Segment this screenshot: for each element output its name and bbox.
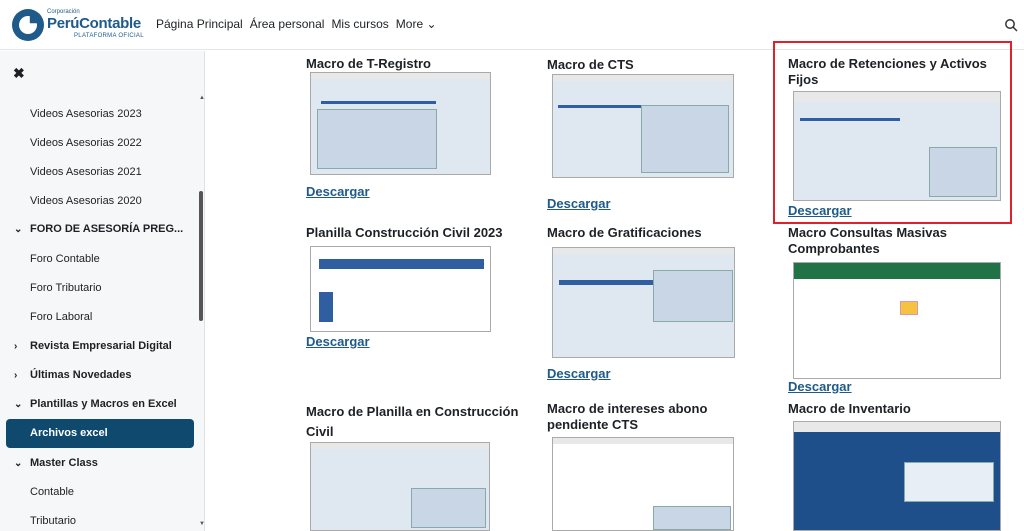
drawer-scrollbar[interactable] [199, 191, 203, 321]
download-link[interactable]: Descargar [788, 379, 852, 394]
drawer-section[interactable]: › Últimas Novedades [14, 369, 131, 381]
scroll-down-arrow-icon[interactable]: ▼ [199, 521, 205, 527]
drawer-section[interactable]: ⌄ Plantillas y Macros en Excel [14, 398, 177, 410]
drawer-item[interactable]: Videos Asesorias 2023 [30, 108, 142, 120]
macro-screenshot [552, 74, 734, 178]
drawer-item[interactable]: Videos Asesorias 2020 [30, 195, 142, 207]
close-drawer-icon[interactable]: ✖ [13, 65, 25, 82]
logo-mark-icon [12, 9, 44, 41]
drawer-item-active[interactable]: Archivos excel [6, 419, 194, 448]
nav-my-courses[interactable]: Mis cursos [331, 17, 388, 31]
drawer-item[interactable]: Foro Tributario [30, 282, 102, 294]
card-gratificaciones: Macro de Gratificaciones [547, 225, 747, 241]
drawer-item[interactable]: Foro Laboral [30, 311, 92, 323]
chevron-right-icon: › [14, 340, 18, 352]
nav-home[interactable]: Página Principal [156, 17, 243, 31]
chevron-down-icon: ⌄ [14, 398, 23, 410]
macro-screenshot [793, 262, 1001, 379]
site-logo[interactable]: Corporación PerúContable PLATAFORMA OFIC… [12, 6, 147, 44]
drawer-item[interactable]: Contable [30, 486, 74, 498]
card-title: Macro Consultas Masivas Comprobantes [788, 225, 947, 256]
course-index-list: Videos Asesorias 2023 Videos Asesorias 2… [0, 101, 205, 531]
drawer-item[interactable]: Videos Asesorias 2022 [30, 137, 142, 149]
card-title: Planilla Construcción Civil 2023 [306, 225, 503, 240]
card-title: Macro de CTS [547, 57, 634, 72]
macro-screenshot [310, 442, 490, 531]
card-consultas-masivas: Macro Consultas Masivas Comprobantes [788, 225, 1008, 257]
card-cts: Macro de CTS [547, 57, 747, 73]
macro-screenshot [552, 437, 734, 531]
card-planilla-construccion: Macro de Planilla en Construcción Civil [306, 402, 531, 442]
course-index-drawer: ✖ Videos Asesorias 2023 Videos Asesorias… [0, 51, 205, 531]
card-intereses-cts: Macro de intereses abono pendiente CTS [547, 401, 747, 433]
card-title: Macro de T-Registro [306, 56, 431, 71]
macro-screenshot [310, 72, 491, 175]
card-title: Macro de Planilla en Construcción Civil [306, 404, 519, 439]
download-link[interactable]: Descargar [306, 184, 370, 199]
macro-screenshot [310, 246, 491, 332]
primary-nav: Página Principal Área personal Mis curso… [156, 17, 437, 31]
card-title: Macro de Inventario [788, 401, 911, 416]
highlight-box [773, 41, 1012, 224]
logo-main-text: PerúContable [47, 15, 141, 32]
download-link[interactable]: Descargar [547, 196, 611, 211]
card-title: Macro de intereses abono pendiente CTS [547, 401, 708, 432]
download-link[interactable]: Descargar [306, 334, 370, 349]
card-inventario: Macro de Inventario [788, 401, 988, 417]
chevron-right-icon: › [14, 369, 18, 381]
card-t-registro: Macro de T-Registro [306, 56, 506, 72]
macro-screenshot [552, 247, 735, 358]
search-icon[interactable] [1004, 18, 1018, 32]
scroll-up-arrow-icon[interactable]: ▲ [199, 95, 205, 101]
drawer-item[interactable]: Tributario [30, 515, 76, 527]
download-link[interactable]: Descargar [547, 366, 611, 381]
drawer-section[interactable]: › Revista Empresarial Digital [14, 340, 172, 352]
nav-personal-area[interactable]: Área personal [250, 17, 325, 31]
nav-more[interactable]: More ⌄ [396, 17, 437, 31]
drawer-item[interactable]: Videos Asesorias 2021 [30, 166, 142, 178]
drawer-item[interactable]: Foro Contable [30, 253, 100, 265]
drawer-section[interactable]: ⌄ Master Class [14, 457, 98, 469]
card-planilla-2023: Planilla Construcción Civil 2023 [306, 225, 526, 241]
chevron-down-icon: ⌄ [14, 223, 23, 235]
chevron-down-icon: ⌄ [14, 457, 23, 469]
drawer-section[interactable]: ⌄ FORO DE ASESORÍA PREG... [14, 223, 183, 235]
card-title: Macro de Gratificaciones [547, 225, 702, 240]
logo-sub-text: PLATAFORMA OFICIAL [74, 33, 144, 39]
macro-screenshot [793, 421, 1001, 531]
